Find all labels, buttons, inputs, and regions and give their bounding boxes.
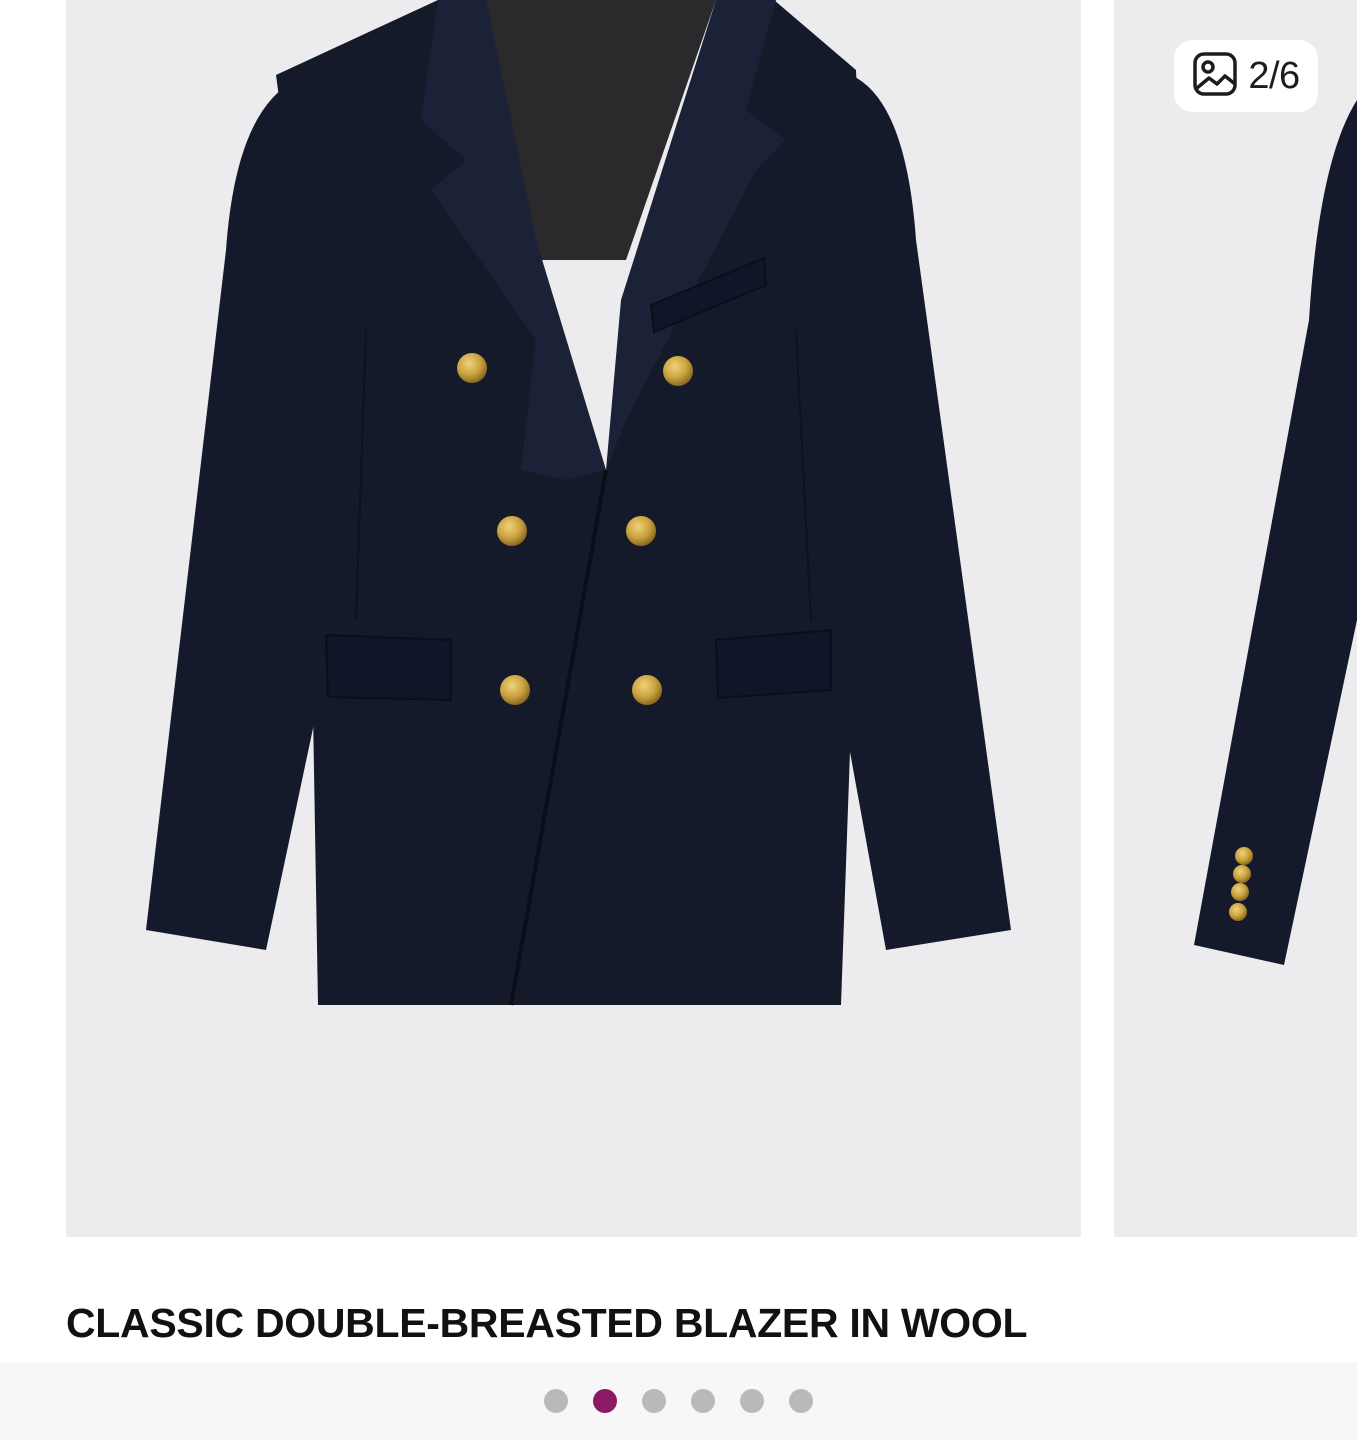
pagination-dot-4[interactable] — [691, 1389, 715, 1413]
blazer-sleeve-image — [1194, 100, 1357, 965]
image-counter-badge: 2/6 — [1174, 40, 1318, 112]
product-photo-main[interactable] — [66, 0, 1081, 1237]
pagination-dot-3[interactable] — [642, 1389, 666, 1413]
pagination-dot-5[interactable] — [740, 1389, 764, 1413]
product-photo-next[interactable] — [1114, 0, 1357, 1237]
pagination-dot-2[interactable] — [593, 1389, 617, 1413]
image-counter-text: 2/6 — [1248, 54, 1300, 97]
gallery-pagination — [0, 1362, 1357, 1440]
pagination-dot-6[interactable] — [789, 1389, 813, 1413]
image-gallery[interactable]: 2/6 — [0, 0, 1357, 1240]
product-title: CLASSIC DOUBLE-BREASTED BLAZER IN WOOL — [66, 1300, 1028, 1346]
pagination-dot-1[interactable] — [544, 1389, 568, 1413]
image-gallery-icon — [1192, 51, 1238, 102]
blazer-image — [146, 0, 1011, 1006]
